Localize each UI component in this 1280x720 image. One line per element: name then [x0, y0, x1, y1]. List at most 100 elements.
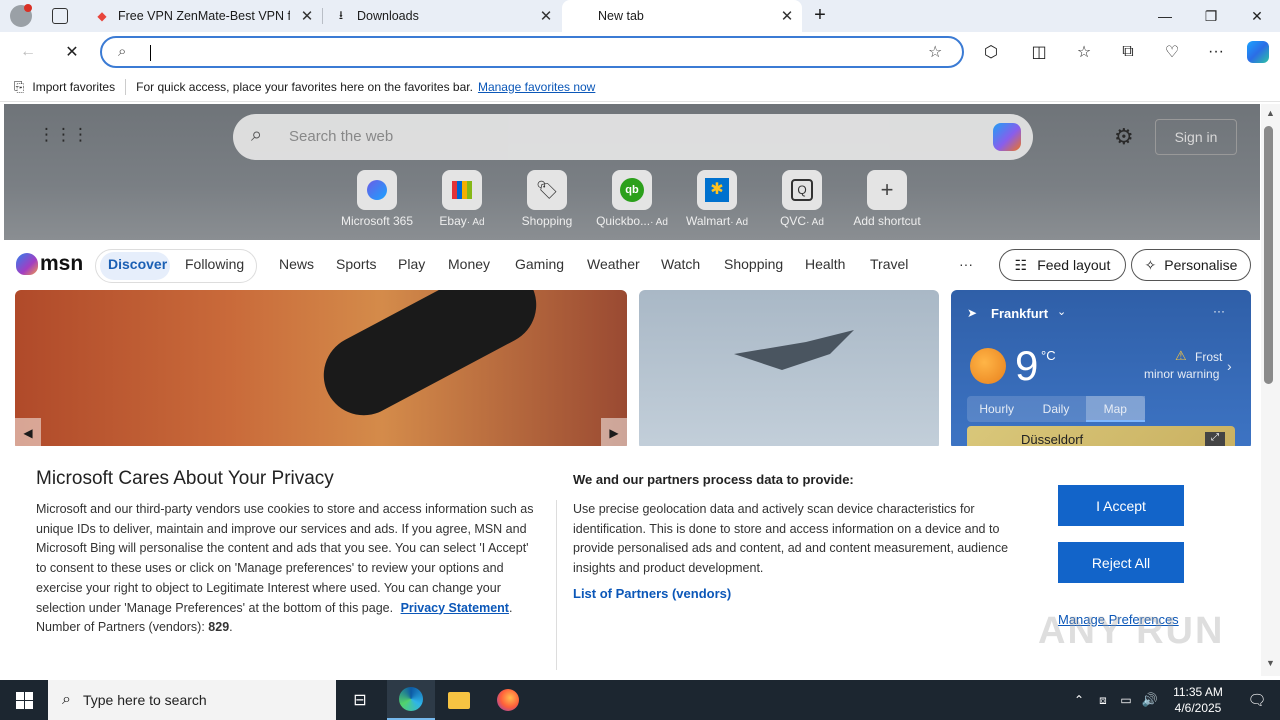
weather-tab-hourly[interactable]: Hourly — [967, 396, 1026, 422]
tab-zenmate[interactable]: ◆ Free VPN ZenMate-Best VPN for ✕ — [84, 0, 322, 32]
nav-weather[interactable]: Weather — [587, 256, 640, 272]
sign-in-button[interactable]: Sign in — [1155, 119, 1237, 155]
scroll-up-icon[interactable]: ▲ — [1266, 108, 1275, 118]
nav-gaming[interactable]: Gaming — [515, 256, 564, 272]
volume-icon[interactable]: 🔊 — [1139, 680, 1161, 720]
weather-alert-sub[interactable]: minor warning — [1144, 367, 1219, 381]
chevron-right-icon[interactable]: › — [1227, 358, 1232, 374]
anyrun-watermark: ANY RUN — [1038, 610, 1225, 652]
carousel-next-icon[interactable]: ▶ — [601, 418, 627, 448]
weather-more-icon[interactable]: ··· — [1213, 304, 1225, 318]
collections-icon[interactable]: ⧉ — [1112, 36, 1144, 68]
weather-tab-daily[interactable]: Daily — [1026, 396, 1085, 422]
weather-tab-map[interactable]: Map — [1085, 396, 1145, 422]
clock-date: 4/6/2025 — [1174, 701, 1222, 715]
nav-watch[interactable]: Watch — [661, 256, 700, 272]
profile-icon[interactable] — [10, 4, 32, 27]
import-favorites-button[interactable]: Import favorites — [32, 80, 115, 94]
weather-alert-title[interactable]: Frost — [1195, 350, 1222, 364]
address-bar[interactable]: ⌕ ☆ — [100, 36, 964, 68]
favorites-icon[interactable]: ☆ — [1068, 36, 1100, 68]
nav-more-button[interactable]: ··· — [959, 256, 973, 272]
import-favorites-icon[interactable]: ⎘ — [14, 79, 24, 95]
settings-gear-icon[interactable]: ⚙ — [1114, 124, 1134, 150]
network-device-icon[interactable]: ⧈ — [1092, 680, 1114, 720]
sparkle-icon: ✧ — [1144, 256, 1157, 273]
tab-discover-label[interactable]: Discover — [108, 256, 167, 272]
new-tab-button[interactable]: + — [808, 4, 832, 28]
close-tab-icon[interactable]: ✕ — [778, 7, 796, 25]
clock[interactable]: 11:35 AM 4/6/2025 — [1162, 680, 1234, 720]
browser-essentials-icon[interactable]: ♡ — [1156, 36, 1188, 68]
nav-health[interactable]: Health — [805, 256, 845, 272]
nav-news[interactable]: News — [279, 256, 314, 272]
scroll-thumb[interactable] — [1264, 126, 1273, 384]
favorite-star-icon[interactable]: ☆ — [928, 42, 942, 62]
hero-news-card[interactable]: ◀ ▶ — [15, 290, 627, 450]
task-view-icon[interactable]: ⊟ — [336, 680, 384, 720]
carousel-prev-icon[interactable]: ◀ — [15, 418, 41, 448]
shortcut-walmart[interactable]: ✱ Walmart· Ad — [679, 170, 755, 228]
page-scrollbar[interactable]: ▲ ▼ — [1261, 104, 1280, 676]
news-card-jet[interactable] — [639, 290, 939, 450]
tab-title: New tab — [598, 9, 644, 23]
tab-downloads[interactable]: ⭳ Downloads ✕ — [323, 0, 561, 32]
toolbar: ← ✕ ⌕ ☆ ⬡ ◫ ☆ ⧉ ♡ ··· — [0, 32, 1280, 72]
tab-new-tab[interactable]: New tab ✕ — [562, 0, 802, 32]
nav-sports[interactable]: Sports — [336, 256, 376, 272]
close-window-button[interactable]: ✕ — [1234, 0, 1280, 32]
reject-all-button[interactable]: Reject All — [1058, 542, 1184, 583]
settings-more-icon[interactable]: ··· — [1200, 36, 1232, 68]
stop-loading-button[interactable]: ✕ — [56, 36, 88, 68]
tray-chevron-up-icon[interactable]: ⌃ — [1068, 680, 1090, 720]
copilot-icon[interactable] — [1242, 36, 1274, 68]
file-explorer-icon[interactable] — [435, 680, 483, 720]
app-launcher-icon[interactable]: ⋮⋮⋮ — [38, 126, 89, 146]
nav-money[interactable]: Money — [448, 256, 490, 272]
shortcut-microsoft-365[interactable]: Microsoft 365 — [339, 170, 415, 228]
shortcut-shopping[interactable]: 🏷 Shopping — [509, 170, 585, 228]
shortcut-ebay[interactable]: Ebay· Ad — [424, 170, 500, 228]
i-accept-button[interactable]: I Accept — [1058, 485, 1184, 526]
privacy-statement-link[interactable]: Privacy Statement — [401, 601, 509, 615]
windows-logo-icon — [15, 691, 33, 709]
scroll-down-icon[interactable]: ▼ — [1266, 658, 1275, 668]
web-search-box[interactable]: ⌕ Search the web — [233, 114, 1033, 160]
close-tab-icon[interactable]: ✕ — [298, 7, 316, 25]
list-of-partners-link[interactable]: List of Partners (vendors) — [573, 586, 731, 601]
personalise-button[interactable]: ✧ Personalise — [1131, 249, 1251, 281]
privacy-divider — [556, 500, 557, 670]
quickbooks-icon: qb — [612, 170, 652, 210]
hero-background: ⋮⋮⋮ ⌕ Search the web ⚙ Sign in Microsoft… — [4, 104, 1260, 240]
location-arrow-icon: ➤ — [967, 306, 978, 320]
chevron-down-icon[interactable]: ⌄ — [1057, 305, 1066, 318]
start-button[interactable] — [0, 680, 48, 720]
copilot-icon[interactable] — [993, 123, 1021, 151]
tab-title: Free VPN ZenMate-Best VPN for — [118, 9, 290, 23]
restore-button[interactable]: ❐ — [1188, 0, 1234, 32]
msn-nav-bar: msn Discover Following News Sports Play … — [4, 240, 1260, 290]
weather-city[interactable]: Frankfurt — [991, 306, 1048, 321]
close-tab-icon[interactable]: ✕ — [537, 7, 555, 25]
nav-travel[interactable]: Travel — [870, 256, 908, 272]
tab-following[interactable]: Following — [185, 256, 244, 272]
tab-actions-icon[interactable] — [52, 8, 68, 24]
nav-play[interactable]: Play — [398, 256, 425, 272]
firefox-icon[interactable] — [484, 680, 532, 720]
shortcut-add[interactable]: + Add shortcut — [849, 170, 925, 228]
feed-layout-button[interactable]: ☷ Feed layout — [999, 249, 1126, 281]
weather-card[interactable]: ➤ Frankfurt ⌄ ··· 9 °C ⚠ Frost minor war… — [951, 290, 1251, 450]
shortcut-quickbooks[interactable]: qb Quickbo...· Ad — [594, 170, 670, 228]
taskbar-search-box[interactable]: ⌕ Type here to search — [48, 680, 336, 720]
minimize-button[interactable]: — — [1142, 0, 1188, 32]
edge-taskbar-icon[interactable] — [387, 680, 435, 720]
manage-favorites-link[interactable]: Manage favorites now — [478, 80, 595, 94]
shortcut-qvc[interactable]: Q QVC· Ad — [764, 170, 840, 228]
notifications-icon[interactable]: 🗨 — [1234, 680, 1280, 720]
nav-shopping[interactable]: Shopping — [724, 256, 783, 272]
extensions-icon[interactable]: ⬡ — [975, 36, 1007, 68]
msn-logo[interactable]: msn — [16, 252, 83, 276]
back-button[interactable]: ← — [12, 36, 44, 68]
network-icon[interactable]: ▭ — [1115, 680, 1137, 720]
split-screen-icon[interactable]: ◫ — [1023, 36, 1055, 68]
